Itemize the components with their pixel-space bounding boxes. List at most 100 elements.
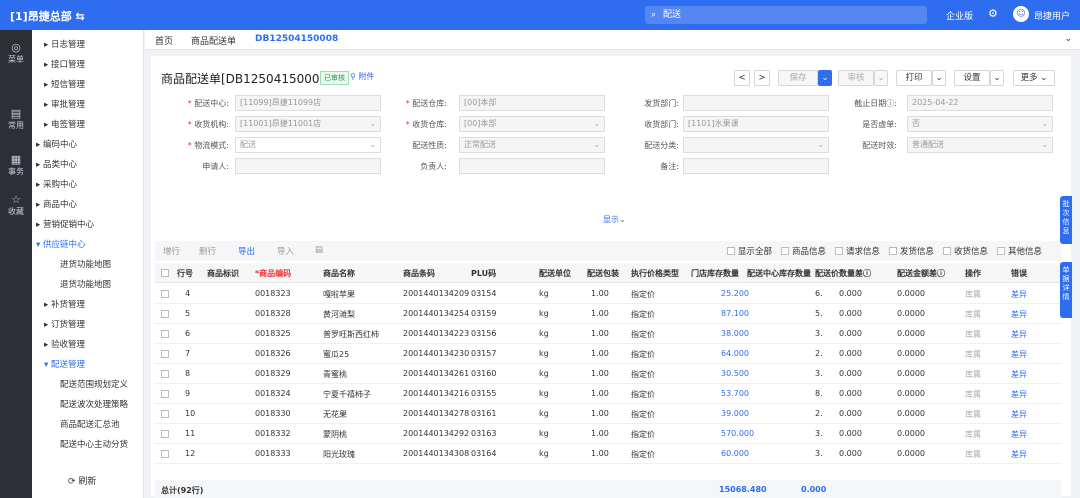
refresh-button[interactable]: ⟳ 刷新 (68, 474, 96, 487)
save-dropdown-icon[interactable]: ⌄ (818, 70, 832, 86)
cell-op2[interactable]: 差异 (1011, 429, 1027, 440)
row-checkbox[interactable] (161, 290, 169, 298)
sidebar-item-1[interactable]: ▸ 接口管理 (44, 56, 85, 74)
table-row[interactable]: 10 0018330 无花果 2001440134278 03161 kg 1.00 指定价 3… (155, 404, 1061, 424)
cell-op1[interactable]: 库属 (965, 349, 981, 360)
next-button[interactable]: > (754, 70, 770, 86)
cell-op1[interactable]: 库属 (965, 389, 981, 400)
prev-button[interactable]: < (734, 70, 750, 86)
table-row[interactable]: 9 0018324 宁夏千禧柿子 2001440134216 03155 kg 1.00 指定… (155, 384, 1061, 404)
avatar[interactable]: ☺ (1013, 6, 1029, 22)
row-checkbox[interactable] (161, 330, 169, 338)
sidebar-item-15[interactable]: ▸ 验收管理 (44, 336, 85, 354)
edition-label[interactable]: 企业版 (946, 9, 973, 22)
table-row[interactable]: 4 0018323 嘎啦苹果 2001440134209 03154 kg 1.00 指定价 2… (155, 284, 1061, 304)
print-dropdown-icon[interactable]: ⌄ (932, 70, 946, 86)
cell-op2[interactable]: 差异 (1011, 309, 1027, 320)
table-row[interactable]: 8 0018329 青蜜桃 2001440134261 03160 kg 1.00 指定价 30… (155, 364, 1061, 384)
cell-op2[interactable]: 差异 (1011, 449, 1027, 460)
cell-op1[interactable]: 库属 (965, 449, 981, 460)
sidebar-item-9[interactable]: ▸ 营销促销中心 (36, 216, 94, 234)
filter-checkbox-0[interactable]: 显示全部 (727, 245, 772, 257)
field-row3-1[interactable]: 正常配送 ⌄ (459, 137, 605, 153)
rail-item-3[interactable]: ☆ 收藏 (0, 194, 32, 218)
cell-op2[interactable]: 差异 (1011, 389, 1027, 400)
row-checkbox[interactable] (161, 450, 169, 458)
cell-op2[interactable]: 差异 (1011, 349, 1027, 360)
side-tab-batch-info[interactable]: 批次信息 (1060, 196, 1072, 244)
filter-checkbox-2[interactable]: 请求信息 (835, 245, 880, 257)
field-row4-2[interactable] (683, 158, 829, 174)
audit-dropdown-icon[interactable]: ⌄ (874, 70, 888, 86)
cell-op2[interactable]: 差异 (1011, 329, 1027, 340)
cell-op1[interactable]: 库属 (965, 409, 981, 420)
add-row-button[interactable]: 增行 (163, 245, 180, 257)
field-row1-2[interactable] (683, 95, 829, 111)
sidebar-item-2[interactable]: ▸ 短信管理 (44, 76, 85, 94)
sidebar-item-8[interactable]: ▸ 商品中心 (36, 196, 77, 214)
field-row2-0[interactable]: [11001]昂捷11001店 ⌄ (235, 116, 381, 132)
row-checkbox[interactable] (161, 310, 169, 318)
field-row2-1[interactable]: [00]本部 ⌄ (459, 116, 605, 132)
sidebar-item-19[interactable]: 商品配送汇总池 (60, 416, 120, 434)
field-row1-3[interactable]: 2025-04-22 (907, 95, 1053, 111)
rail-item-0[interactable]: ◎ 菜单 (0, 42, 32, 66)
sidebar-item-20[interactable]: 配送中心主动分货 (60, 436, 128, 454)
rail-item-1[interactable]: ▤ 常用 (0, 108, 32, 132)
sidebar-item-5[interactable]: ▸ 编码中心 (36, 136, 77, 154)
tab-document[interactable]: DB12504150008 (255, 34, 338, 44)
table-row[interactable]: 6 0018325 普罗旺斯西红柿 2001440134223 03156 kg 1.00 指… (155, 324, 1061, 344)
cell-op2[interactable]: 差异 (1011, 289, 1027, 300)
gear-icon[interactable]: ⚙ (988, 7, 998, 20)
sidebar-item-17[interactable]: 配送范围规划定义 (60, 376, 128, 394)
cell-op1[interactable]: 库属 (965, 369, 981, 380)
sidebar-item-4[interactable]: ▸ 电签管理 (44, 116, 85, 134)
table-row[interactable]: 11 0018332 蒙阴桃 2001440134292 03163 kg 1.00 指定价 5… (155, 424, 1061, 444)
filter-checkbox-1[interactable]: 商品信息 (781, 245, 826, 257)
field-row2-3[interactable]: 否 ⌄ (907, 116, 1053, 132)
table-row[interactable]: 5 0018328 黄河滩梨 2001440134254 03159 kg 1.00 指定价 8… (155, 304, 1061, 324)
sidebar-item-18[interactable]: 配送波次处理策略 (60, 396, 128, 414)
user-name[interactable]: 昂捷用户 (1034, 9, 1070, 22)
save-button[interactable]: 保存 (778, 70, 818, 86)
chevron-down-icon[interactable]: ⌄ (1064, 34, 1072, 44)
sidebar-item-7[interactable]: ▸ 采购中心 (36, 176, 77, 194)
field-row2-2[interactable]: [1101]水果课 (683, 116, 829, 132)
sidebar-item-14[interactable]: ▸ 订货管理 (44, 316, 85, 334)
side-tab-document-detail[interactable]: 单据详情 (1060, 262, 1072, 318)
select-all-checkbox[interactable] (161, 269, 169, 277)
field-row1-0[interactable]: [11099]昂捷11099店 (235, 95, 381, 111)
sidebar-item-6[interactable]: ▸ 品类中心 (36, 156, 77, 174)
settings-button[interactable]: 设置 (954, 70, 990, 86)
sidebar-item-10[interactable]: ▾ 供应链中心 (36, 236, 85, 254)
attachment-link[interactable]: ⚲ 附件 (350, 71, 374, 82)
print-button[interactable]: 打印 (896, 70, 932, 86)
sidebar-item-12[interactable]: 退货功能地图 (60, 276, 111, 294)
field-row3-3[interactable]: 普通配送 ⌄ (907, 137, 1053, 153)
cell-op2[interactable]: 差异 (1011, 409, 1027, 420)
delete-row-button[interactable]: 删行 (199, 245, 216, 257)
cell-op1[interactable]: 库属 (965, 289, 981, 300)
sidebar-item-13[interactable]: ▸ 补货管理 (44, 296, 85, 314)
row-checkbox[interactable] (161, 350, 169, 358)
export-button[interactable]: 导出 (238, 245, 255, 257)
audit-button[interactable]: 审核 (838, 70, 874, 86)
field-row3-2[interactable]: ⌄ (683, 137, 829, 153)
column-settings-icon[interactable]: ▤ (315, 245, 323, 255)
table-row[interactable]: 12 0018333 阳光玫瑰 2001440134308 03164 kg 1.00 指定价… (155, 444, 1061, 464)
cell-op1[interactable]: 库属 (965, 329, 981, 340)
rail-item-2[interactable]: ▦ 事务 (0, 154, 32, 178)
field-row4-0[interactable] (235, 158, 381, 174)
cell-op2[interactable]: 差异 (1011, 369, 1027, 380)
more-button[interactable]: 更多 ⌄ (1013, 70, 1055, 86)
filter-checkbox-4[interactable]: 收货信息 (943, 245, 988, 257)
field-row4-1[interactable] (459, 158, 605, 174)
settings-dropdown-icon[interactable]: ⌄ (990, 70, 1004, 86)
org-switcher[interactable]: [1]昂捷总部 ⇆ (10, 8, 85, 24)
import-button[interactable]: 导入 (277, 245, 294, 257)
row-checkbox[interactable] (161, 410, 169, 418)
filter-checkbox-5[interactable]: 其他信息 (997, 245, 1042, 257)
row-checkbox[interactable] (161, 430, 169, 438)
show-more-toggle[interactable]: 显示⌄ (603, 214, 626, 225)
sidebar-item-11[interactable]: 进货功能地图 (60, 256, 111, 274)
